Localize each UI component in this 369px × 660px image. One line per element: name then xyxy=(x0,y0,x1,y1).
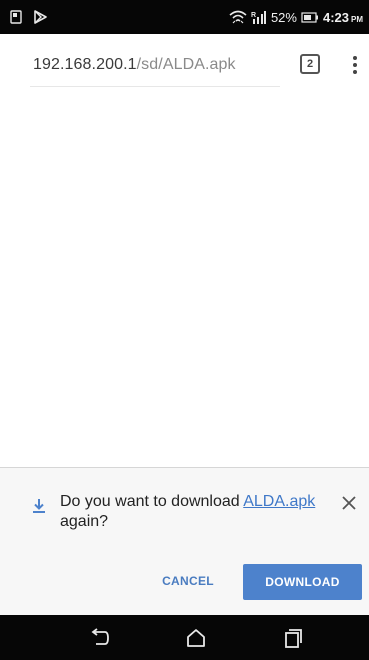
menu-dot-icon xyxy=(353,56,357,60)
download-icon xyxy=(33,499,45,513)
infobar-message: Do you want to download ALDA.apk again? xyxy=(60,492,330,532)
home-icon[interactable] xyxy=(184,627,208,649)
svg-text:R: R xyxy=(251,12,256,19)
playstore-icon xyxy=(34,10,47,24)
back-icon[interactable] xyxy=(86,627,110,649)
url-path: /sd/ALDA.apk xyxy=(136,56,236,73)
roaming-signal-icon: R xyxy=(251,10,266,24)
download-infobar: Do you want to download ALDA.apk again? … xyxy=(0,467,369,615)
url-field[interactable]: 192.168.200.1/sd/ALDA.apk xyxy=(33,56,236,74)
battery-percent: 52% xyxy=(270,9,297,25)
status-bar: R 52% 4:23 PM xyxy=(0,0,369,34)
menu-dot-icon xyxy=(353,70,357,74)
message-prefix: Do you want to download xyxy=(60,493,244,510)
cancel-button[interactable]: CANCEL xyxy=(150,564,226,598)
battery-icon xyxy=(301,11,318,23)
download-button[interactable]: DOWNLOAD xyxy=(243,564,362,600)
screenshot-icon xyxy=(10,10,22,24)
page-content xyxy=(0,96,369,466)
overflow-menu-button[interactable] xyxy=(345,52,365,78)
url-underline xyxy=(30,86,280,87)
status-right-icons: R 52% 4:23 PM xyxy=(229,8,363,26)
close-icon[interactable] xyxy=(341,495,357,511)
clock-time: 4:23 xyxy=(322,9,349,25)
menu-dot-icon xyxy=(353,63,357,67)
tab-switcher-button[interactable]: 2 xyxy=(300,54,320,74)
clock-ampm: PM xyxy=(351,15,363,24)
recent-apps-icon[interactable] xyxy=(281,627,305,649)
url-host: 192.168.200.1 xyxy=(33,56,137,73)
file-name-link[interactable]: ALDA.apk xyxy=(243,493,315,510)
browser-toolbar: 192.168.200.1/sd/ALDA.apk 2 xyxy=(0,34,369,96)
navigation-bar xyxy=(0,615,369,660)
wifi-icon xyxy=(229,10,247,24)
status-left-icons xyxy=(10,8,47,26)
message-suffix: again? xyxy=(60,513,109,530)
